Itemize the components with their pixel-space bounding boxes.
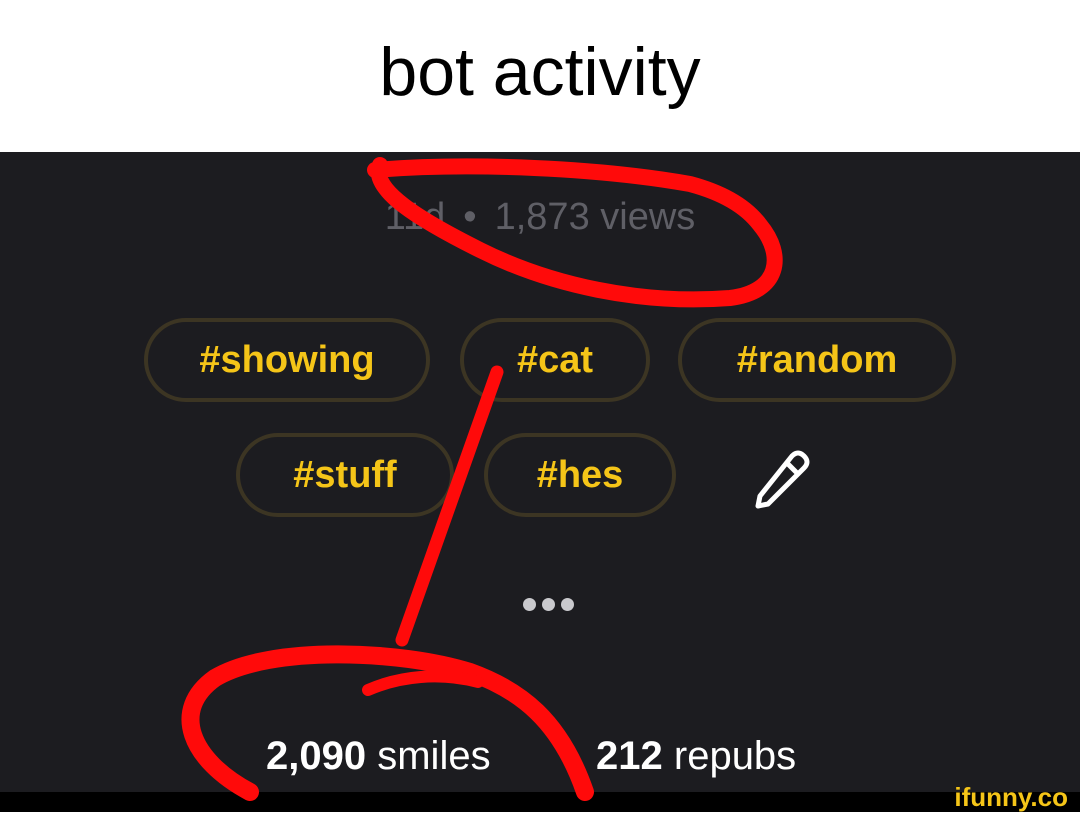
post-meta: 11d • 1,873 views	[0, 196, 1080, 239]
view-count: 1,873 views	[494, 196, 696, 238]
repubs-count: 212	[596, 734, 663, 778]
smiles-count: 2,090	[266, 734, 367, 778]
post-age: 11d	[384, 196, 446, 238]
more-options-button[interactable]	[516, 584, 580, 624]
repubs-label: repubs	[673, 734, 797, 778]
tag-stuff[interactable]: #stuff	[236, 433, 454, 517]
tag-hes[interactable]: #hes	[484, 433, 676, 517]
watermark-bar	[0, 792, 1080, 812]
smiles-stat[interactable]: 2,090 smiles	[266, 734, 491, 784]
caption-text: bot activity	[379, 34, 701, 110]
smiles-label: smiles	[377, 734, 491, 778]
ellipsis-icon	[522, 597, 536, 611]
pencil-icon[interactable]	[748, 450, 814, 510]
tag-cat[interactable]: #cat	[460, 318, 650, 402]
ifunny-watermark: ifunny.co	[954, 782, 1068, 812]
tag-showing[interactable]: #showing	[144, 318, 430, 402]
meta-separator: •	[463, 196, 477, 238]
tag-random[interactable]: #random	[678, 318, 956, 402]
repubs-stat[interactable]: 212 repubs	[596, 734, 796, 784]
meme-caption: bot activity	[0, 0, 1080, 152]
